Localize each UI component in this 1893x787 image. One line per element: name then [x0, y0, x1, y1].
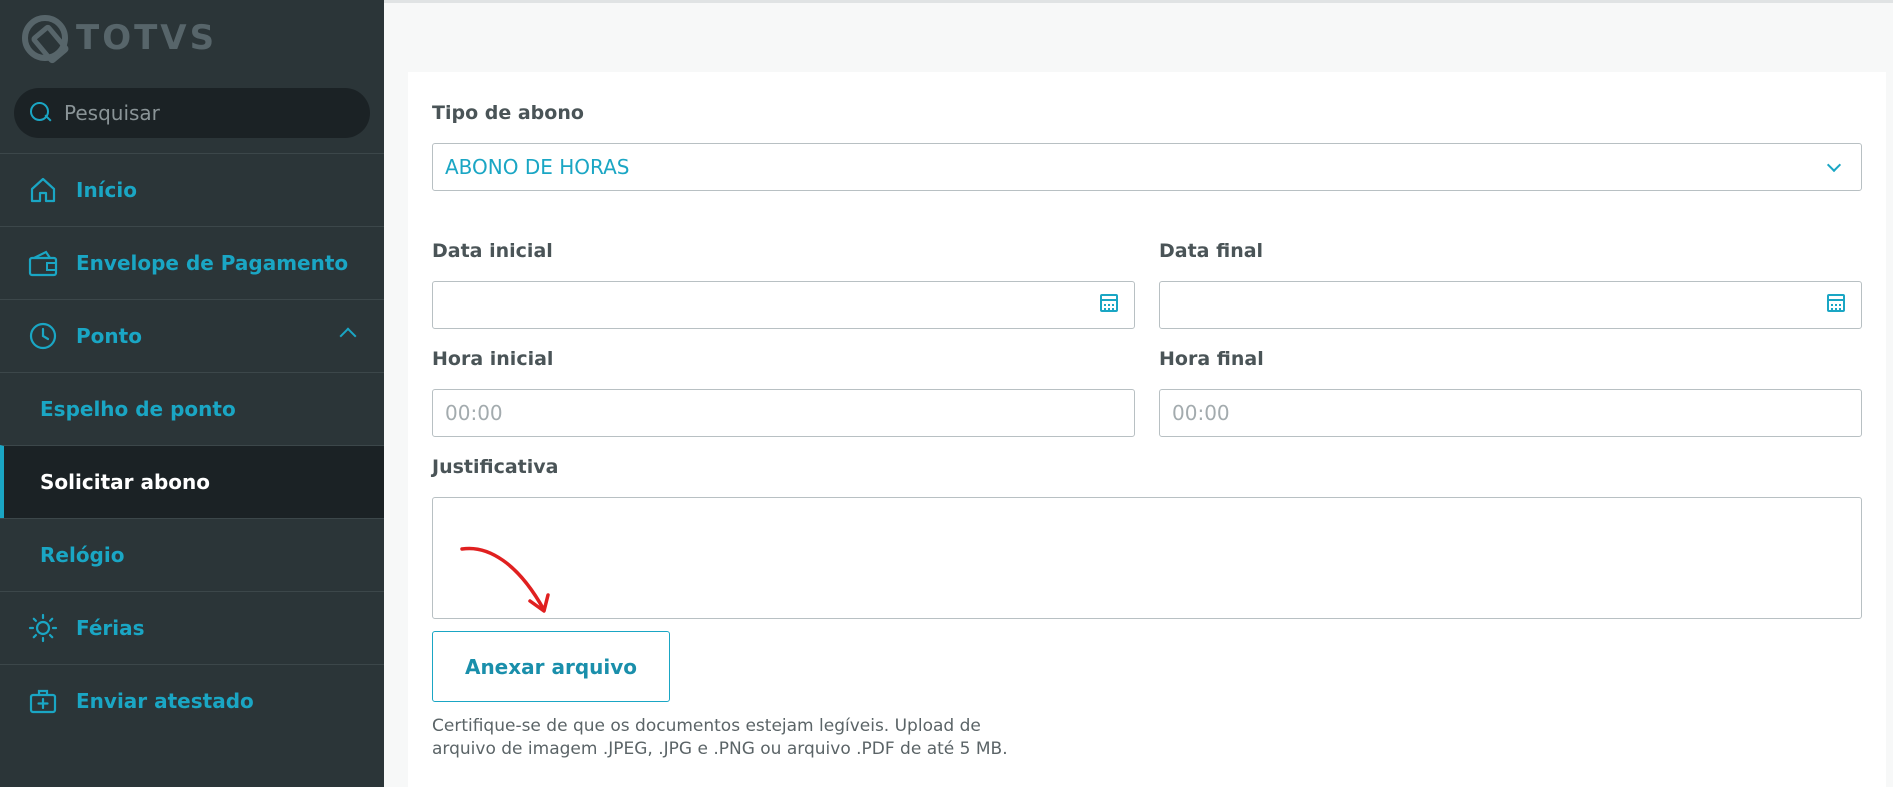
sidebar-item-envelope-pagamento[interactable]: Envelope de Pagamento [0, 226, 384, 299]
clock-icon [28, 321, 58, 351]
sidebar-item-label: Enviar atestado [76, 689, 254, 713]
sidebar-item-label: Espelho de ponto [40, 397, 236, 421]
upload-help-text: Certifique-se de que os documentos estej… [432, 715, 1052, 761]
data-final-input[interactable] [1159, 281, 1862, 329]
sidebar-item-label: Início [76, 178, 137, 202]
sidebar-item-label: Férias [76, 616, 145, 640]
home-icon [28, 175, 58, 205]
data-final-label: Data final [1159, 240, 1264, 262]
medical-case-icon [28, 686, 58, 716]
sun-icon [28, 613, 58, 643]
tipo-abono-value: ABONO DE HORAS [445, 155, 630, 179]
brand-name: TOTVS [76, 18, 218, 58]
hora-final-label: Hora final [1159, 348, 1264, 370]
top-border [384, 0, 1893, 3]
search-box[interactable] [14, 88, 370, 138]
sidebar-item-label: Envelope de Pagamento [76, 251, 349, 275]
totvs-logo: TOTVS [22, 14, 217, 62]
sidebar-item-inicio[interactable]: Início [0, 153, 384, 226]
sidebar: TOTVS Início Envelope de Pagamento Ponto [0, 0, 384, 787]
justificativa-textarea[interactable] [432, 497, 1862, 619]
sidebar-item-ferias[interactable]: Férias [0, 591, 384, 664]
tipo-abono-select[interactable]: ABONO DE HORAS [432, 143, 1862, 191]
wallet-icon [28, 248, 58, 278]
tipo-abono-label: Tipo de abono [432, 102, 584, 124]
hora-final-input[interactable]: 00:00 [1159, 389, 1862, 437]
sidebar-item-relogio[interactable]: Relógio [0, 518, 384, 591]
totvs-logo-icon [22, 15, 68, 61]
hora-inicial-placeholder: 00:00 [445, 401, 503, 425]
justificativa-label: Justificativa [432, 456, 559, 478]
chevron-up-icon[interactable] [339, 327, 357, 345]
search-input[interactable] [64, 101, 344, 125]
calendar-icon[interactable] [1827, 294, 1845, 312]
upload-help-line-2: arquivo de imagem .JPEG, .JPG e .PNG ou … [432, 739, 1008, 759]
chevron-down-icon [1826, 157, 1842, 173]
sidebar-item-solicitar-abono[interactable]: Solicitar abono [0, 445, 384, 518]
hora-inicial-input[interactable]: 00:00 [432, 389, 1135, 437]
upload-help-line-1: Certifique-se de que os documentos estej… [432, 716, 981, 736]
sidebar-nav: Início Envelope de Pagamento Ponto Espel… [0, 153, 384, 737]
sidebar-item-enviar-atestado[interactable]: Enviar atestado [0, 664, 384, 737]
calendar-icon[interactable] [1100, 294, 1118, 312]
search-icon [30, 102, 52, 124]
sidebar-item-ponto[interactable]: Ponto [0, 299, 384, 372]
hora-inicial-label: Hora inicial [432, 348, 554, 370]
sidebar-item-label: Ponto [76, 324, 142, 348]
red-annotation-arrow-icon [460, 546, 550, 613]
data-inicial-label: Data inicial [432, 240, 553, 262]
sidebar-item-label: Relógio [40, 543, 125, 567]
data-inicial-input[interactable] [432, 281, 1135, 329]
sidebar-item-espelho-de-ponto[interactable]: Espelho de ponto [0, 372, 384, 445]
anexar-arquivo-button[interactable]: Anexar arquivo [432, 631, 670, 702]
sidebar-item-label: Solicitar abono [40, 470, 210, 494]
hora-final-placeholder: 00:00 [1172, 401, 1230, 425]
